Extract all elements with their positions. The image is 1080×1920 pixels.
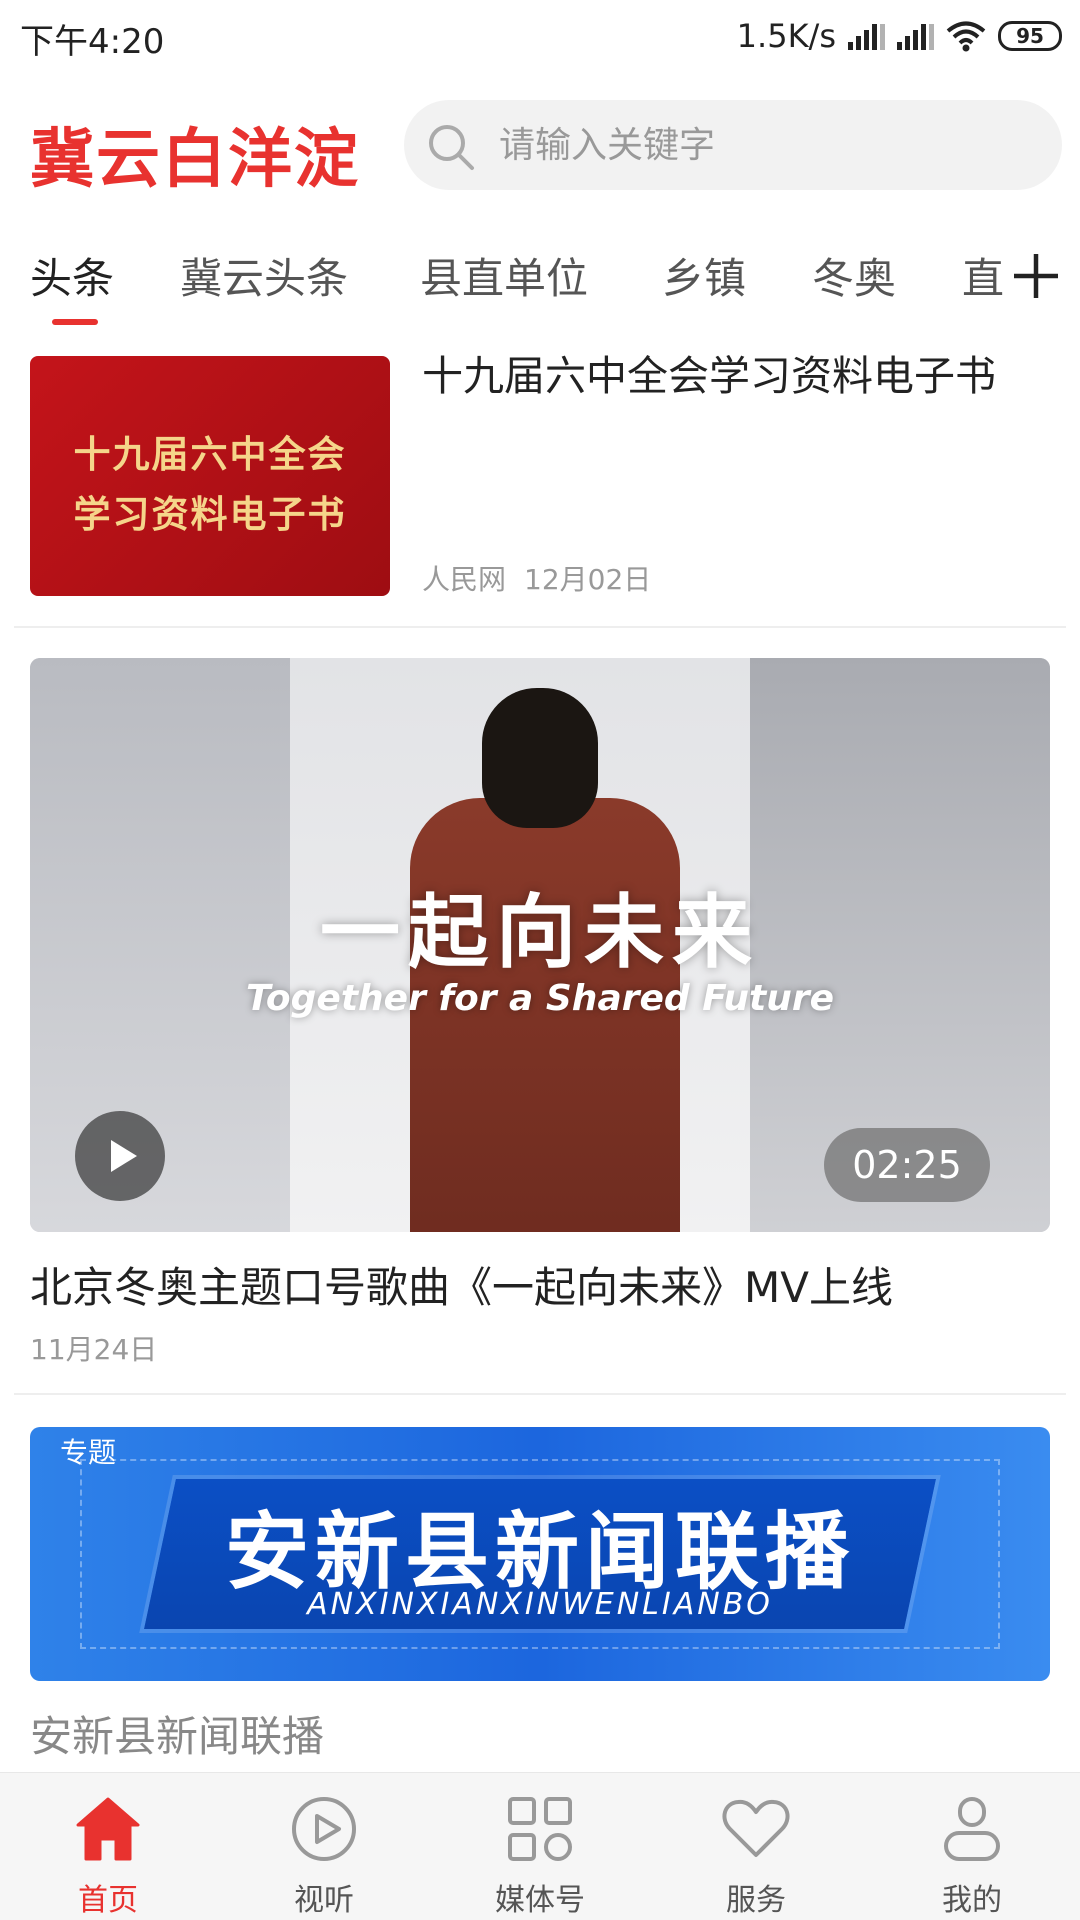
video-figure-head — [482, 688, 598, 828]
article-date: 11月24日 — [30, 1333, 158, 1366]
home-icon — [76, 1797, 140, 1861]
tab-jiyun-headlines[interactable]: 冀云头条 — [180, 245, 348, 306]
article-date: 12月02日 — [524, 563, 652, 596]
divider — [14, 626, 1066, 628]
search-icon — [429, 125, 474, 170]
tab-county-units[interactable]: 县直单位 — [420, 245, 588, 306]
user-icon — [944, 1797, 1000, 1861]
network-speed: 1.5K/s — [736, 17, 836, 55]
topic-tag: 专题 — [60, 1436, 117, 1469]
nav-services-label: 服务 — [726, 1883, 786, 1918]
article-meta: 人民网 12月02日 — [422, 558, 651, 598]
nav-audiovisual-label: 视听 — [294, 1883, 354, 1918]
video-thumbnail[interactable]: 一起向未来 Together for a Shared Future 02:25 — [30, 658, 1050, 1232]
banner-title-en: ANXINXIANXINWENLIANBO — [307, 1587, 773, 1622]
article-source: 人民网 — [422, 563, 507, 596]
article-title: 十九届六中全会学习资料电子书 — [422, 352, 996, 400]
divider — [14, 1393, 1066, 1395]
play-circle-icon — [292, 1797, 356, 1861]
nav-mine[interactable]: 我的 — [864, 1773, 1080, 1920]
signal-icon-2 — [897, 22, 934, 50]
app-header: 冀云白洋淀 — [0, 88, 1080, 208]
thumbnail-text-line-1: 十九届六中全会 — [73, 433, 347, 476]
nav-services[interactable]: 服务 — [648, 1773, 864, 1920]
tab-live[interactable]: 直 — [962, 245, 1004, 306]
tab-headlines[interactable]: 头条 — [30, 245, 114, 306]
active-tab-indicator — [52, 319, 98, 325]
tab-winter-olympics[interactable]: 冬奥 — [812, 245, 896, 306]
video-duration: 02:25 — [824, 1128, 990, 1202]
status-bar: 下午4:20 1.5K/s 95 — [0, 0, 1080, 74]
tab-towns[interactable]: 乡镇 — [662, 245, 746, 306]
channel-tabs: 头条 冀云头条 县直单位 乡镇 冬奥 直 — [0, 240, 1080, 330]
status-icons: 1.5K/s 95 — [737, 14, 1062, 58]
wifi-icon — [946, 21, 986, 52]
signal-icon — [848, 22, 885, 50]
article-title: 北京冬奥主题口号歌曲《一起向未来》MV上线 — [30, 1263, 893, 1312]
video-title-cn: 一起向未来 — [320, 885, 760, 979]
heart-icon — [722, 1799, 790, 1857]
search-input[interactable] — [499, 100, 1039, 190]
status-time: 下午4:20 — [20, 22, 165, 62]
bottom-nav: 首页 视听 媒体号 服务 我的 — [0, 1772, 1080, 1920]
nav-media[interactable]: 媒体号 — [432, 1773, 648, 1920]
search-bar[interactable] — [404, 100, 1062, 190]
battery-icon: 95 — [998, 21, 1062, 51]
article-title: 安新县新闻联播 — [30, 1712, 325, 1761]
news-item[interactable]: 十九届六中全会 学习资料电子书 十九届六中全会学习资料电子书 人民网 12月02日 — [0, 350, 1080, 626]
nav-audiovisual[interactable]: 视听 — [216, 1773, 432, 1920]
nav-mine-label: 我的 — [942, 1883, 1002, 1918]
nav-home-label: 首页 — [78, 1883, 138, 1918]
nav-media-label: 媒体号 — [495, 1883, 585, 1918]
thumbnail-text-line-2: 学习资料电子书 — [73, 493, 347, 536]
app-logo: 冀云白洋淀 — [30, 123, 360, 197]
article-thumbnail: 十九届六中全会 学习资料电子书 — [30, 356, 390, 596]
play-icon[interactable] — [75, 1111, 165, 1201]
nav-home[interactable]: 首页 — [0, 1773, 216, 1920]
topic-banner[interactable]: 专题 安新县新闻联播 ANXINXIANXINWENLIANBO — [30, 1427, 1050, 1681]
plus-icon[interactable] — [1010, 250, 1062, 302]
video-title-en: Together for a Shared Future — [246, 978, 834, 1019]
grid-icon — [508, 1797, 572, 1861]
